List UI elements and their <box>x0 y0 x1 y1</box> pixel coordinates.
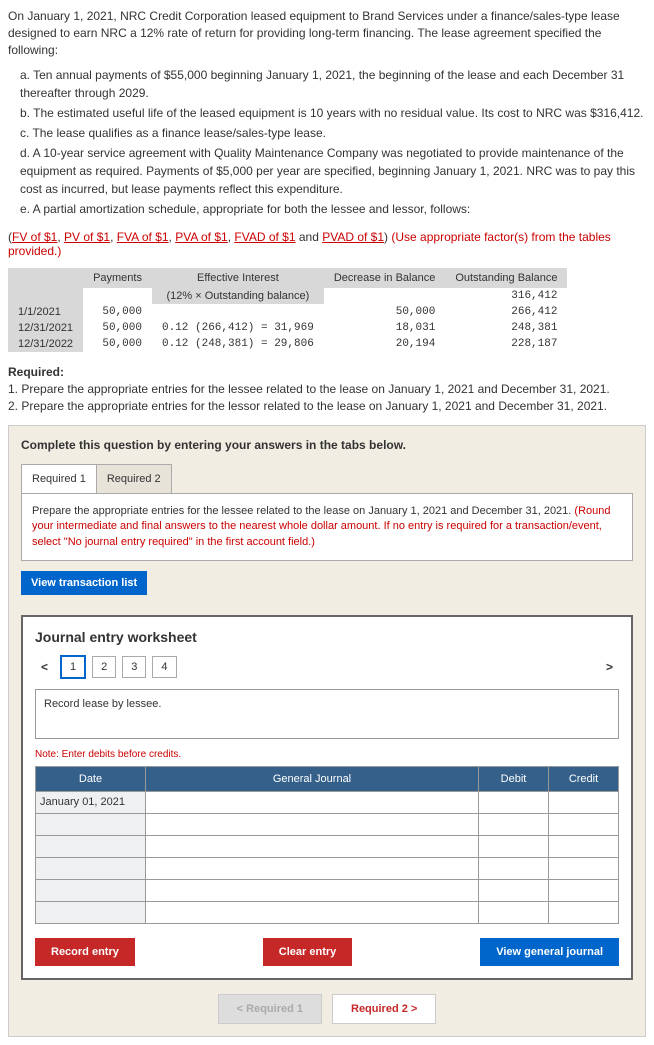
qbox-intro: Complete this question by entering your … <box>21 438 633 452</box>
col-effective: Effective Interest <box>152 268 324 288</box>
je-debit-input[interactable] <box>479 813 549 835</box>
col-general-journal: General Journal <box>146 766 479 791</box>
nav-step-3[interactable]: 3 <box>122 656 146 678</box>
factor-links: (FV of $1, PV of $1, FVA of $1, PVA of $… <box>8 230 646 258</box>
nav-step-2[interactable]: 2 <box>92 656 116 678</box>
record-entry-button[interactable]: Record entry <box>35 938 135 966</box>
row1-dec: 50,000 <box>324 304 446 320</box>
required-title: Required: <box>8 365 64 379</box>
worksheet-buttons: Record entry Clear entry View general jo… <box>35 938 619 966</box>
list-item-b: b. The estimated useful life of the leas… <box>20 104 646 122</box>
je-account-input[interactable] <box>146 901 479 923</box>
nav-step-1[interactable]: 1 <box>60 655 86 679</box>
col-credit: Credit <box>549 766 619 791</box>
col-debit: Debit <box>479 766 549 791</box>
list-item-c: c. The lease qualifies as a finance leas… <box>20 124 646 142</box>
link-pv[interactable]: PV of $1 <box>64 230 110 244</box>
list-item-d: d. A 10-year service agreement with Qual… <box>20 144 646 198</box>
amortization-table: Payments Effective Interest Decrease in … <box>8 268 567 352</box>
col-payments: Payments <box>83 268 152 288</box>
clear-entry-button[interactable]: Clear entry <box>263 938 352 966</box>
je-credit-input[interactable] <box>549 835 619 857</box>
intro-text: On January 1, 2021, NRC Credit Corporati… <box>8 8 646 58</box>
row3-out: 228,187 <box>445 336 567 352</box>
worksheet-nav: < 1 2 3 4 > <box>35 655 619 679</box>
je-date-cell: January 01, 2021 <box>36 791 146 813</box>
je-account-input[interactable] <box>146 813 479 835</box>
je-credit-input[interactable] <box>549 879 619 901</box>
row3-eff: 0.12 (248,381) = 29,806 <box>152 336 324 352</box>
je-account-input[interactable] <box>146 879 479 901</box>
je-account-input[interactable] <box>146 791 479 813</box>
je-credit-input[interactable] <box>549 791 619 813</box>
row3-pay: 50,000 <box>83 336 152 352</box>
je-account-input[interactable] <box>146 835 479 857</box>
nav-prev-icon[interactable]: < <box>35 656 54 678</box>
link-fva[interactable]: FVA of $1 <box>117 230 169 244</box>
view-general-journal-button[interactable]: View general journal <box>480 938 619 966</box>
je-account-input[interactable] <box>146 857 479 879</box>
tab-instr: Prepare the appropriate entries for the … <box>32 505 574 517</box>
row2-dec: 18,031 <box>324 320 446 336</box>
bottom-nav: < Required 1 Required 2 > <box>21 994 633 1024</box>
col-blank <box>8 268 83 288</box>
row3-date: 12/31/2022 <box>8 336 83 352</box>
row3-dec: 20,194 <box>324 336 446 352</box>
worksheet-title: Journal entry worksheet <box>35 629 619 645</box>
col-date: Date <box>36 766 146 791</box>
required-2: 2. Prepare the appropriate entries for t… <box>8 399 607 413</box>
row0-date <box>8 288 83 304</box>
list-item-a: a. Ten annual payments of $55,000 beginn… <box>20 66 646 102</box>
tabs: Required 1 Required 2 <box>21 464 633 494</box>
link-fv[interactable]: FV of $1 <box>12 230 57 244</box>
transaction-description: Record lease by lessee. <box>35 689 619 739</box>
row2-out: 248,381 <box>445 320 567 336</box>
required-1: 1. Prepare the appropriate entries for t… <box>8 382 610 396</box>
je-credit-input[interactable] <box>549 813 619 835</box>
je-debit-input[interactable] <box>479 901 549 923</box>
row2-pay: 50,000 <box>83 320 152 336</box>
link-fvad[interactable]: FVAD of $1 <box>234 230 295 244</box>
question-box: Complete this question by entering your … <box>8 425 646 1037</box>
effective-subhead: (12% × Outstanding balance) <box>152 288 324 304</box>
view-transaction-list-button[interactable]: View transaction list <box>21 571 147 595</box>
required-section: Required: 1. Prepare the appropriate ent… <box>8 364 646 414</box>
je-debit-input[interactable] <box>479 879 549 901</box>
nav-next-icon[interactable]: > <box>600 656 619 678</box>
nav-step-4[interactable]: 4 <box>152 656 176 678</box>
je-credit-input[interactable] <box>549 901 619 923</box>
row2-eff: 0.12 (266,412) = 31,969 <box>152 320 324 336</box>
debits-note: Note: Enter debits before credits. <box>35 749 619 760</box>
list-item-e: e. A partial amortization schedule, appr… <box>20 200 646 218</box>
col-decrease: Decrease in Balance <box>324 268 446 288</box>
row0-out: 316,412 <box>445 288 567 304</box>
row1-pay: 50,000 <box>83 304 152 320</box>
requirements-list: a. Ten annual payments of $55,000 beginn… <box>20 66 646 218</box>
tab-required-2[interactable]: Required 2 <box>96 464 172 494</box>
journal-worksheet: Journal entry worksheet < 1 2 3 4 > Reco… <box>21 615 633 980</box>
link-pvad[interactable]: PVAD of $1 <box>322 230 384 244</box>
tab-content: Prepare the appropriate entries for the … <box>21 493 633 561</box>
link-pva[interactable]: PVA of $1 <box>175 230 227 244</box>
row1-date: 1/1/2021 <box>8 304 83 320</box>
row2-date: 12/31/2021 <box>8 320 83 336</box>
je-debit-input[interactable] <box>479 835 549 857</box>
je-debit-input[interactable] <box>479 791 549 813</box>
col-outstanding: Outstanding Balance <box>445 268 567 288</box>
journal-entry-table: Date General Journal Debit Credit Januar… <box>35 766 619 924</box>
prev-required-button: < Required 1 <box>218 994 322 1024</box>
next-required-button[interactable]: Required 2 > <box>332 994 436 1024</box>
row1-out: 266,412 <box>445 304 567 320</box>
tab-required-1[interactable]: Required 1 <box>21 464 97 494</box>
and-text: and <box>296 230 323 244</box>
je-debit-input[interactable] <box>479 857 549 879</box>
je-credit-input[interactable] <box>549 857 619 879</box>
